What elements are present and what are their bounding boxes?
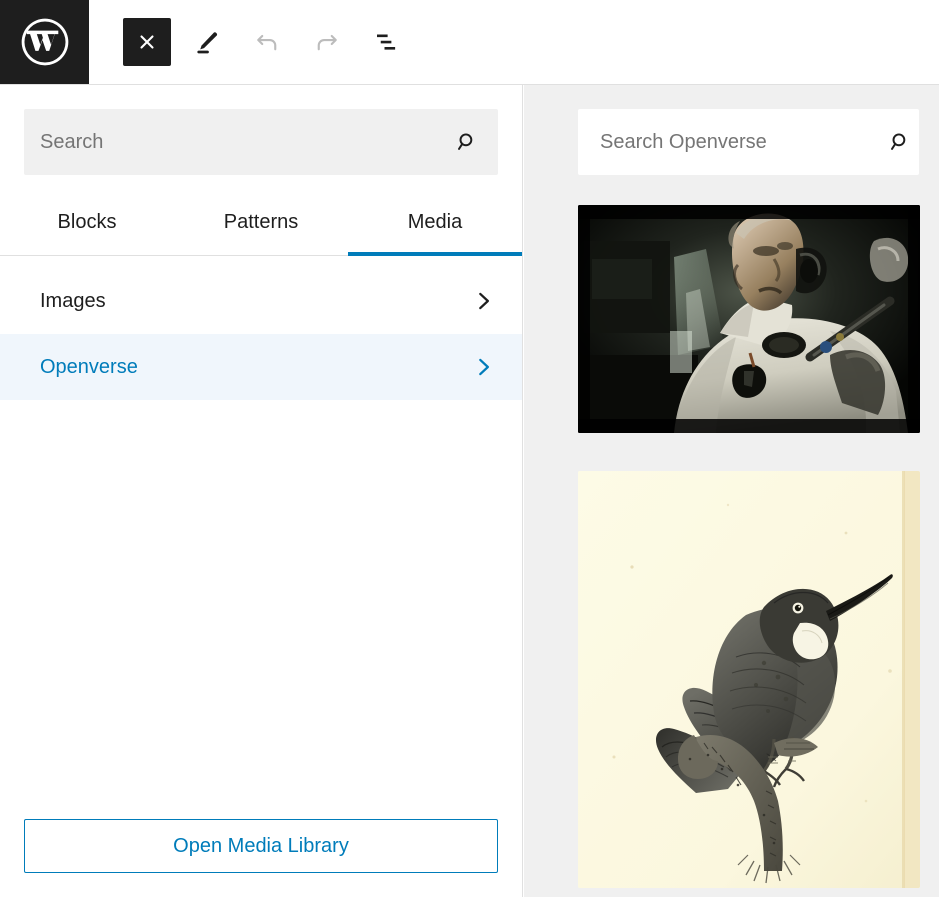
media-library-footer: Open Media Library — [0, 819, 522, 897]
search-icon — [887, 129, 935, 155]
undo-button[interactable] — [243, 18, 291, 66]
openverse-result-astronaut[interactable] — [578, 205, 920, 433]
sidebar-item-images[interactable]: Images — [0, 268, 522, 334]
tab-patterns[interactable]: Patterns — [174, 189, 348, 255]
redo-button[interactable] — [303, 18, 351, 66]
openverse-results-panel — [524, 85, 939, 897]
edit-tool-button[interactable] — [183, 18, 231, 66]
wordpress-logo-icon — [17, 14, 73, 70]
chevron-right-icon — [470, 288, 496, 314]
openverse-result-hummingbird[interactable] — [578, 471, 920, 888]
block-inserter-screen: Blocks Patterns Media Images Openverse — [0, 0, 939, 897]
chevron-right-icon — [470, 354, 496, 380]
pencil-icon — [192, 27, 222, 57]
inserter-tabs: Blocks Patterns Media — [0, 189, 522, 256]
close-inserter-button[interactable] — [123, 18, 171, 66]
undo-arrow-icon — [252, 27, 282, 57]
editor-toolbar — [89, 0, 411, 84]
search-input[interactable] — [24, 130, 454, 154]
openverse-search-field[interactable] — [578, 109, 919, 175]
inserter-search-field[interactable] — [24, 109, 498, 175]
list-view-icon — [372, 27, 402, 57]
inserter-search-wrap — [0, 85, 522, 175]
redo-arrow-icon — [312, 27, 342, 57]
source-label-openverse: Openverse — [40, 355, 138, 378]
document-overview-button[interactable] — [363, 18, 411, 66]
openverse-search-input[interactable] — [578, 130, 887, 154]
editor-header — [0, 0, 939, 85]
tab-blocks[interactable]: Blocks — [0, 189, 174, 255]
search-icon — [454, 129, 498, 155]
open-media-library-button[interactable]: Open Media Library — [24, 819, 498, 873]
inserter-panel: Blocks Patterns Media Images Openverse — [0, 85, 523, 897]
inserter-empty-space — [0, 400, 522, 819]
close-icon — [135, 30, 159, 54]
source-label-images: Images — [40, 289, 106, 312]
wordpress-logo-button[interactable] — [0, 0, 89, 84]
sidebar-item-openverse[interactable]: Openverse — [0, 334, 522, 400]
tab-media[interactable]: Media — [348, 189, 522, 256]
media-source-list: Images Openverse — [0, 256, 522, 400]
